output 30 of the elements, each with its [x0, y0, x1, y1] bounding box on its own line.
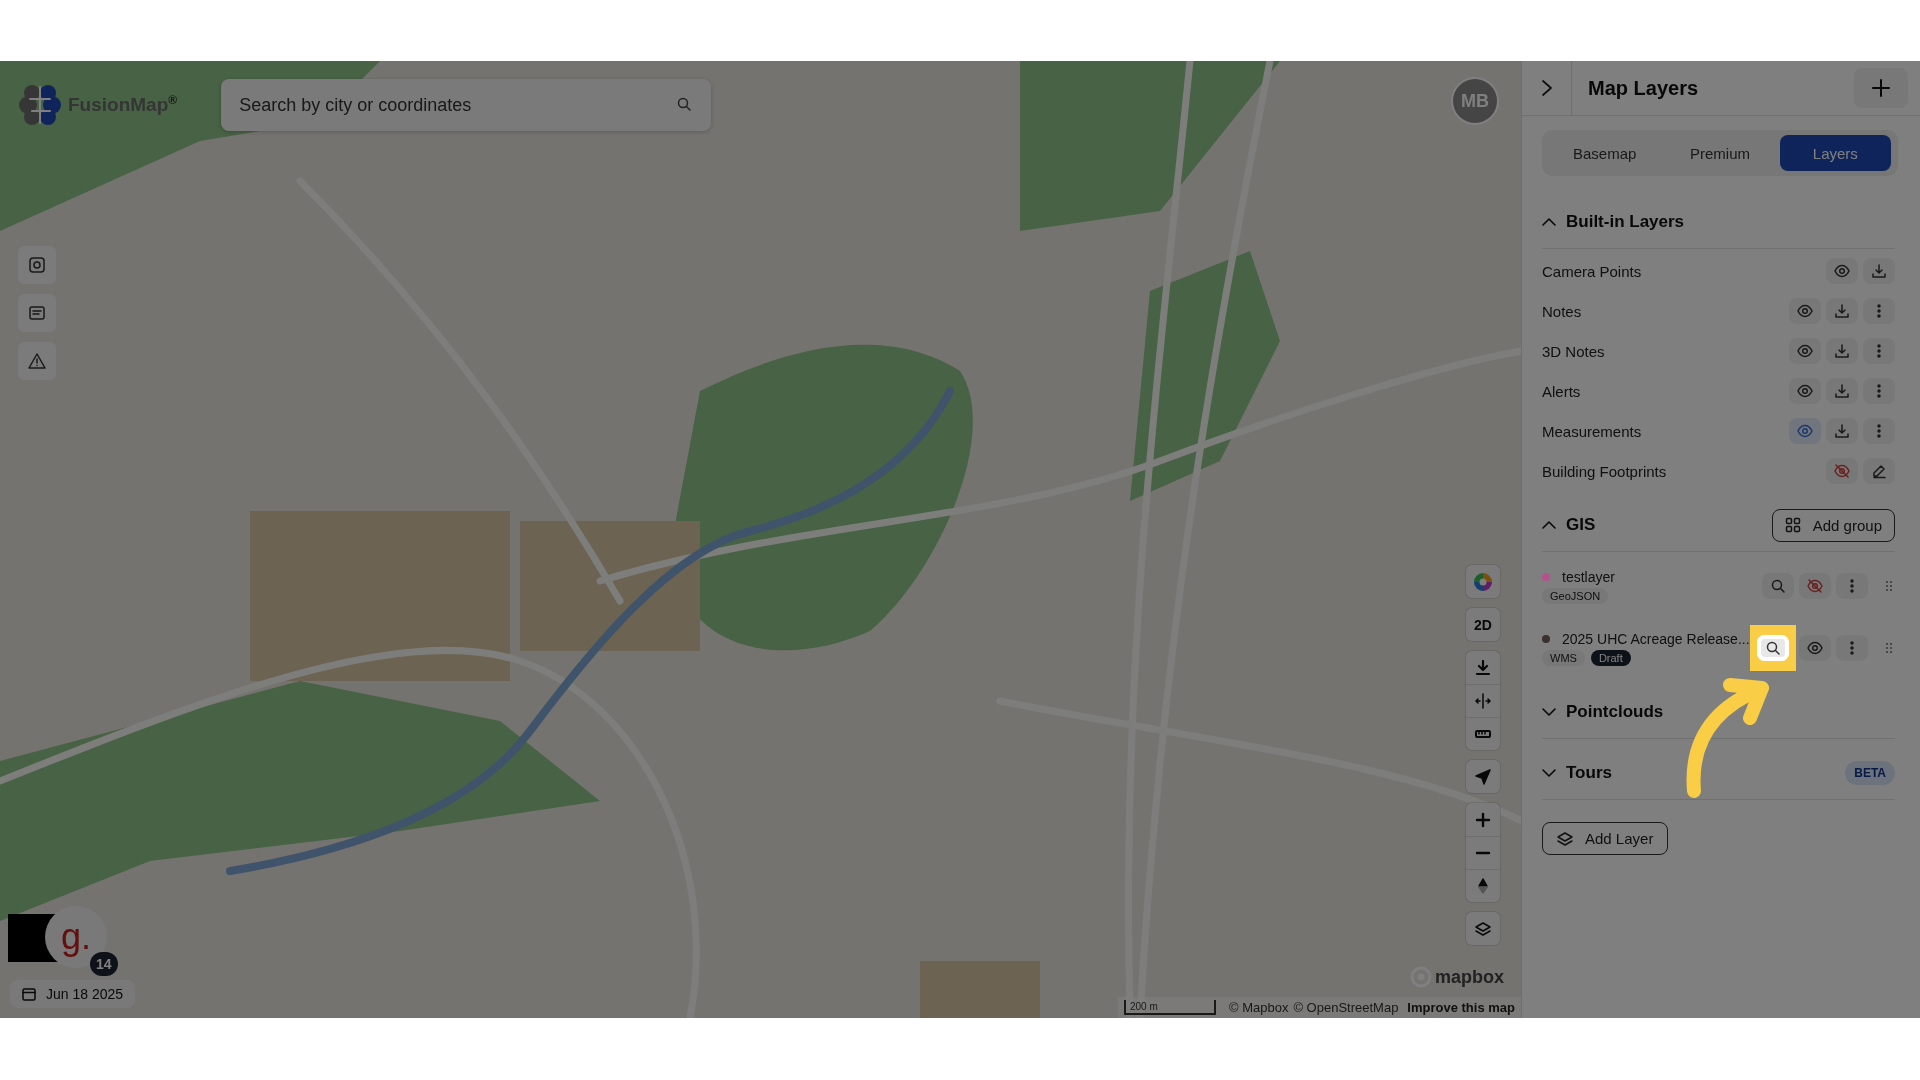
layer-name: Alerts	[1542, 382, 1582, 400]
layer-name: Measurements	[1542, 422, 1643, 440]
scale-bar: 200 m	[1123, 1000, 1216, 1015]
layer-name: Building Footprints	[1542, 462, 1668, 480]
view-mode-button[interactable]: 2D	[1466, 608, 1500, 641]
search-field[interactable]: Search by city or coordinates	[221, 79, 712, 131]
layer-name: testlayer	[1562, 568, 1615, 585]
improve-map-link[interactable]: Improve this map	[1407, 1000, 1515, 1015]
attribution-text: © OpenStreetMap	[1293, 1000, 1399, 1015]
status-tag: Draft	[1590, 649, 1631, 666]
layer-name: 2025 UHC Acreage Release...	[1562, 630, 1750, 647]
layer-type-tag: GeoJSON	[1542, 587, 1609, 604]
add-layer-button[interactable]: Add Layer	[1542, 822, 1669, 855]
layer-name: 3D Notes	[1542, 342, 1606, 360]
user-initial: g.	[61, 919, 91, 955]
panel-title: Map Layers	[1587, 76, 1700, 100]
section-toggle[interactable]: Built-in Layers	[1542, 212, 1895, 232]
section-toggle[interactable]: GIS	[1542, 515, 1762, 535]
tab[interactable]: Premium	[1664, 135, 1776, 171]
section-toggle[interactable]: Pointclouds	[1542, 702, 1895, 722]
tab[interactable]: Basemap	[1549, 135, 1661, 171]
layer-name: Camera Points	[1542, 262, 1643, 280]
date-button[interactable]: Jun 18 2025	[10, 980, 136, 1008]
add-group-button[interactable]: Add group	[1771, 508, 1895, 542]
beta-badge: BETA	[1845, 761, 1895, 785]
map-logo-text: mapbox	[1435, 966, 1504, 988]
layer-name: Notes	[1542, 302, 1583, 320]
layer-type-tag: WMS	[1542, 649, 1585, 666]
attribution-text: © Mapbox	[1228, 1000, 1289, 1015]
tab[interactable]: Layers	[1779, 135, 1891, 171]
